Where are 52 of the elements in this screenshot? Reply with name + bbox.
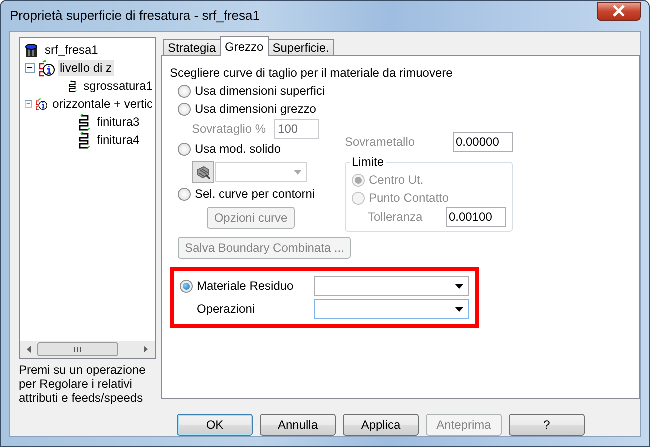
- toolpath-icon: [66, 78, 79, 94]
- tree-item[interactable]: orizzontale + vertic: [50, 96, 155, 112]
- input-field[interactable]: 0.00000: [453, 132, 513, 152]
- instruction-text: Scegliere curve di taglio per il materiale da rimuovere: [170, 66, 454, 80]
- field-label: Tolleranza: [368, 210, 423, 225]
- info-icon: [35, 96, 48, 112]
- input-field[interactable]: 0.00100: [446, 207, 506, 228]
- close-button[interactable]: [597, 2, 641, 20]
- radio-button[interactable]: [178, 102, 191, 116]
- cylinder-icon: [23, 42, 40, 58]
- dropdown[interactable]: [314, 276, 469, 296]
- field-label: Sovrataglio %: [192, 122, 266, 137]
- window-title: Proprietà superficie di fresatura - srf_fresa1: [10, 8, 260, 24]
- option-label: Sel. curve per contorni: [195, 187, 316, 202]
- hint-text: Premi su un operazione per Regolare i relativi attributi e feeds/speeds: [19, 363, 147, 405]
- caret-icon: [294, 170, 302, 175]
- radio-button[interactable]: [178, 84, 191, 98]
- caret-icon: [455, 284, 464, 289]
- tree-item[interactable]: finitura4: [95, 132, 142, 148]
- tab[interactable]: Strategia: [163, 39, 222, 56]
- curve-options-button: Opzioni curve: [207, 207, 295, 230]
- option-label: Materiale Residuo: [197, 279, 294, 294]
- radio-button[interactable]: [178, 142, 191, 156]
- radio-button[interactable]: [180, 280, 193, 293]
- option-label: Usa mod. solido: [195, 142, 282, 157]
- dialog-button: Anteprima: [426, 414, 502, 436]
- info-icon: [38, 60, 55, 76]
- tree-item[interactable]: finitura3: [95, 114, 142, 130]
- option-label: Punto Contatto: [369, 191, 450, 206]
- tree-item[interactable]: srf_fresa1: [43, 42, 100, 58]
- tree-item[interactable]: sgrossatura1: [82, 78, 155, 94]
- caret-icon: [455, 306, 464, 312]
- field-label: Sovrametallo: [345, 135, 416, 150]
- option-label: Usa dimensioni superfici: [195, 84, 326, 99]
- save-boundary-button: Salva Boundary Combinata ...: [178, 237, 352, 260]
- dialog-button[interactable]: ?: [509, 414, 585, 436]
- field-label: Operazioni: [196, 302, 256, 317]
- dialog-button[interactable]: Annulla: [260, 414, 336, 436]
- tab[interactable]: Superficie.: [268, 39, 334, 56]
- expand-icon[interactable]: [25, 62, 36, 74]
- dropdown[interactable]: [314, 299, 469, 320]
- dialog-button[interactable]: OK: [177, 414, 253, 436]
- radio-button[interactable]: [178, 188, 191, 201]
- horizontal-scrollbar[interactable]: [20, 341, 155, 358]
- option-label: Usa dimensioni grezzo: [195, 102, 316, 117]
- solid-icon: [195, 164, 211, 180]
- option-label: Centro Ut.: [369, 173, 424, 188]
- pick-button[interactable]: [192, 161, 214, 184]
- close-icon: [612, 5, 626, 17]
- tab[interactable]: Grezzo: [220, 36, 269, 56]
- dialog-button[interactable]: Applica: [343, 414, 419, 436]
- tree-item[interactable]: livello di z: [58, 60, 114, 76]
